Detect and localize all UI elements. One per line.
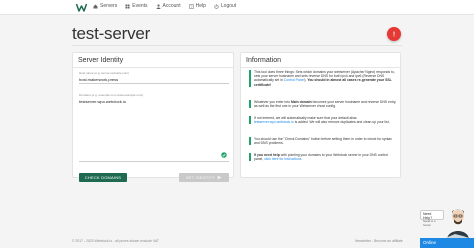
svg-text:?: ?	[190, 5, 192, 9]
info-block-default-alias: If not entered, we will automatically ma…	[249, 116, 397, 125]
default-alias-link[interactable]: testserver.wpo.webdock.io	[254, 120, 294, 124]
info-block-main-domain: Whatever you enter into Main domain beco…	[249, 100, 397, 109]
instructions-link[interactable]: click here for instructions	[264, 157, 301, 161]
info-block-check-domains: You should use the "Check Domains" butto…	[249, 137, 397, 146]
home-icon	[93, 4, 98, 8]
need-help-title: Need Help?	[423, 212, 433, 220]
grid-icon	[125, 4, 130, 8]
check-domains-label: CHECK DOMAINS	[84, 175, 122, 180]
info-block-overview: This tool does three things: Sets which …	[249, 70, 397, 87]
nav-item-events[interactable]: Events	[125, 3, 148, 9]
server-identity-card: Server Identity Host name (e.g. server.e…	[72, 52, 234, 182]
page-title: test-server	[72, 24, 151, 43]
info-text: You should use the "Check Domains" butto…	[254, 137, 392, 146]
send-icon	[217, 175, 222, 180]
set-identity-label: SET IDENTITY	[185, 175, 216, 180]
domains-textarea[interactable]: testserver.wpo.webdock.io	[79, 99, 126, 104]
webdock-logo-icon[interactable]	[76, 3, 87, 12]
nav-item-servers[interactable]: Servers	[93, 3, 117, 9]
nav-label-events: Events	[132, 3, 148, 9]
nav-label-logout: Logout	[220, 3, 237, 9]
information-card: Information This tool does three things:…	[240, 52, 401, 178]
information-title: Information	[246, 57, 282, 64]
power-icon	[214, 3, 219, 9]
set-identity-button[interactable]: SET IDENTITY	[179, 173, 229, 182]
card-divider	[73, 67, 233, 68]
card-divider	[241, 67, 400, 68]
footer-copyright: © 2017 - 2023 Webdock.io - all prices sh…	[72, 239, 159, 243]
help-icon: ?	[188, 3, 194, 9]
nav-label-account: Account	[162, 3, 181, 9]
hostname-label: Host name (e.g. server.example.com)	[79, 71, 130, 75]
nav-label-help: Help	[195, 3, 206, 9]
hostname-underline	[79, 83, 229, 84]
control-panel-link[interactable]: Control Panel	[284, 78, 305, 82]
alert-icon	[393, 31, 395, 37]
info-block-help: If you need help with pointing your doma…	[249, 153, 397, 162]
check-domains-button[interactable]: CHECK DOMAINS	[79, 173, 127, 182]
top-navigation: Servers Events Account ? Help Logout	[0, 0, 474, 15]
need-help-subtitle: Speak to a human	[423, 220, 436, 227]
check-circle-icon	[221, 152, 227, 158]
nav-item-logout[interactable]: Logout	[214, 3, 236, 9]
footer-links[interactable]: Newsletter - Become an affiliate	[355, 239, 403, 243]
user-icon	[156, 3, 161, 9]
nav-menu: Servers Events Account ? Help Logout	[93, 3, 236, 9]
delete-server-button[interactable]	[387, 27, 401, 41]
nav-label-servers: Servers	[100, 3, 118, 9]
info-text: is added. We will also remove duplicates…	[293, 120, 390, 125]
online-chat-bar[interactable]: Online	[420, 238, 474, 248]
nav-item-account[interactable]: Account	[156, 3, 181, 9]
title-divider	[72, 45, 402, 46]
nav-item-help[interactable]: ? Help	[188, 3, 206, 9]
domains-label: Domains (e.g. example.com www.example.co…	[79, 93, 144, 97]
online-status-label: Online	[423, 240, 437, 245]
domains-underline	[79, 161, 229, 162]
server-identity-title: Server Identity	[78, 57, 124, 64]
hostname-input[interactable]: host.makerwork.press	[79, 77, 118, 82]
support-mascot-icon[interactable]	[441, 206, 474, 240]
